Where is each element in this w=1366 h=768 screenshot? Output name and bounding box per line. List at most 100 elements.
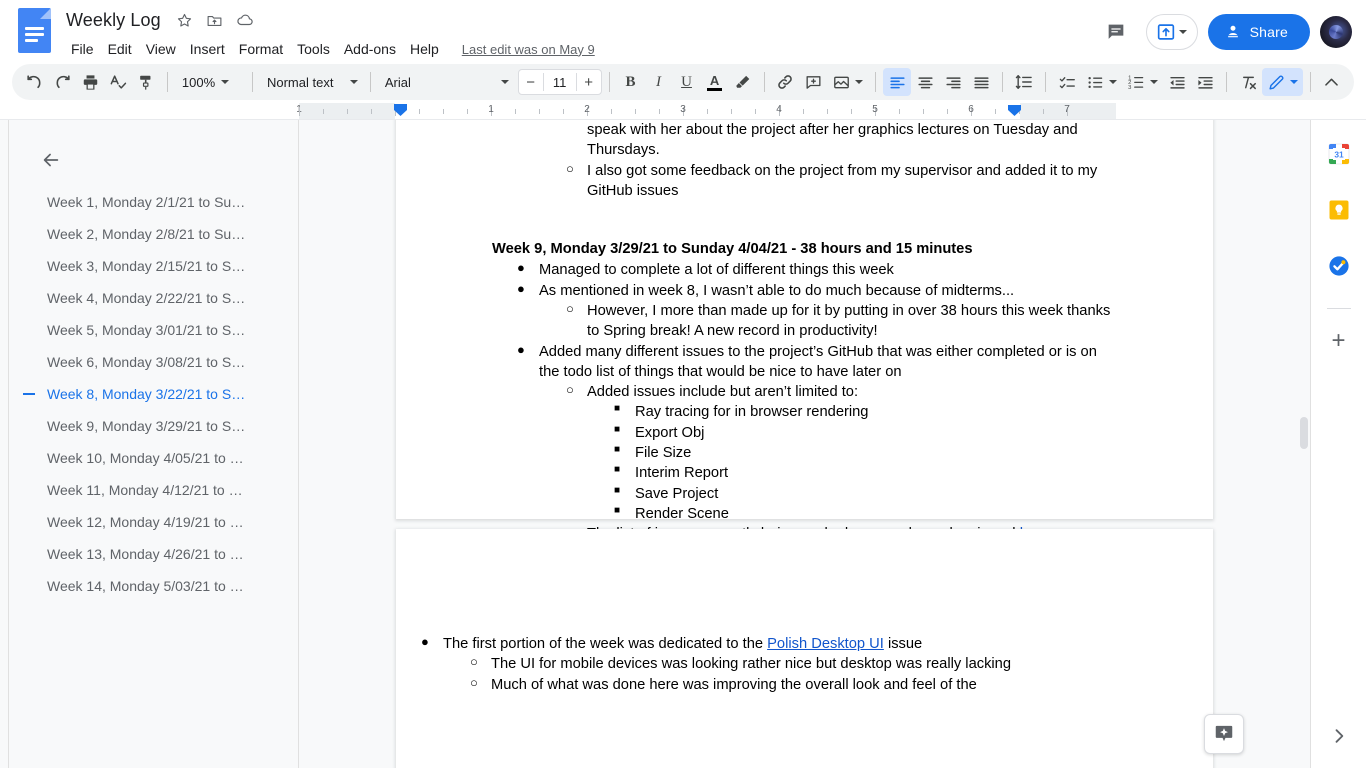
- add-comment-icon[interactable]: [799, 68, 827, 96]
- list-item[interactable]: ● As mentioned in week 8, I wasn’t able …: [492, 281, 1117, 301]
- vertical-scrollbar[interactable]: [1298, 120, 1310, 768]
- week9-heading[interactable]: Week 9, Monday 3/29/21 to Sunday 4/04/21…: [492, 239, 1117, 259]
- menu-edit[interactable]: Edit: [101, 39, 139, 59]
- menu-format[interactable]: Format: [232, 39, 290, 59]
- menu-tools[interactable]: Tools: [290, 39, 337, 59]
- google-tasks-icon[interactable]: [1321, 248, 1357, 284]
- outline-item-8[interactable]: Week 9, Monday 3/29/21 to S…: [9, 410, 298, 442]
- page-2-body[interactable]: ● The first portion of the week was dedi…: [396, 625, 1213, 695]
- bold-button[interactable]: B: [617, 68, 645, 96]
- list-item[interactable]: ● Managed to complete a lot of different…: [492, 260, 1117, 280]
- horizontal-ruler[interactable]: 11234567: [0, 103, 1366, 120]
- list-item[interactable]: ● The first portion of the week was dedi…: [396, 634, 1213, 654]
- list-item[interactable]: ○ However, I more than made up for it by…: [492, 301, 1117, 342]
- insert-image-dropdown[interactable]: [827, 68, 868, 96]
- document-scroll-area[interactable]: speak with her about the project after h…: [299, 120, 1310, 768]
- share-button[interactable]: Share: [1207, 14, 1310, 50]
- undo-icon[interactable]: [20, 68, 48, 96]
- editing-mode-dropdown[interactable]: [1262, 68, 1304, 96]
- line-spacing-icon[interactable]: [1010, 68, 1038, 96]
- hide-menus-chevron-icon[interactable]: [1318, 68, 1346, 96]
- list-item[interactable]: ■ Export Obj: [492, 423, 1117, 443]
- present-dropdown-caret[interactable]: [1178, 30, 1187, 34]
- document-page-2[interactable]: ● The first portion of the week was dedi…: [396, 529, 1213, 768]
- font-size-decrease-button[interactable]: −: [519, 70, 543, 94]
- outline-item-10[interactable]: Week 11, Monday 4/12/21 to …: [9, 474, 298, 506]
- menu-add-ons[interactable]: Add-ons: [337, 39, 403, 59]
- account-avatar[interactable]: [1320, 16, 1352, 48]
- italic-button[interactable]: I: [645, 68, 673, 96]
- continuation-paragraph[interactable]: speak with her about the project after h…: [492, 120, 1117, 161]
- outline-item-4[interactable]: Week 4, Monday 2/22/21 to S…: [9, 282, 298, 314]
- checklist-icon[interactable]: [1053, 68, 1081, 96]
- saved-to-drive-cloud-icon[interactable]: [235, 10, 255, 30]
- menu-view[interactable]: View: [139, 39, 183, 59]
- list-item[interactable]: ■ Interim Report: [492, 463, 1117, 483]
- outline-item-6[interactable]: Week 6, Monday 3/08/21 to S…: [9, 346, 298, 378]
- outline-item-13[interactable]: Week 14, Monday 5/03/21 to …: [9, 570, 298, 602]
- present-button[interactable]: [1145, 14, 1198, 50]
- menu-insert[interactable]: Insert: [183, 39, 232, 59]
- list-item[interactable]: ■ Render Scene: [492, 504, 1117, 524]
- menu-help[interactable]: Help: [403, 39, 446, 59]
- increase-indent-icon[interactable]: [1191, 68, 1219, 96]
- outline-item-2[interactable]: Week 2, Monday 2/8/21 to Su…: [9, 218, 298, 250]
- expand-side-panel-chevron-icon[interactable]: [1321, 718, 1357, 754]
- list-item[interactable]: ■ File Size: [492, 443, 1117, 463]
- decrease-indent-icon[interactable]: [1163, 68, 1191, 96]
- menu-file[interactable]: File: [64, 39, 101, 59]
- back-arrow-icon[interactable]: [31, 140, 71, 180]
- font-size-value[interactable]: 11: [544, 75, 576, 90]
- align-justify-icon[interactable]: [967, 68, 995, 96]
- list-item[interactable]: ○ The UI for mobile devices was looking …: [396, 654, 1213, 674]
- outline-item-9[interactable]: Week 10, Monday 4/05/21 to …: [9, 442, 298, 474]
- outline-item-12[interactable]: Week 13, Monday 4/26/21 to …: [9, 538, 298, 570]
- polish-desktop-ui-link[interactable]: Polish Desktop UI: [767, 636, 884, 652]
- numbered-list-dropdown[interactable]: 123: [1122, 68, 1163, 96]
- font-family-dropdown[interactable]: Arial: [378, 68, 514, 96]
- google-docs-icon[interactable]: [18, 8, 54, 56]
- list-item[interactable]: ■ Ray tracing for in browser rendering: [492, 402, 1117, 422]
- outline-item-11[interactable]: Week 12, Monday 4/19/21 to …: [9, 506, 298, 538]
- list-item[interactable]: ○ Added issues include but aren’t limite…: [492, 382, 1117, 402]
- highlight-color-icon[interactable]: [729, 68, 757, 96]
- page-1-body[interactable]: speak with her about the project after h…: [492, 120, 1117, 544]
- clear-formatting-icon[interactable]: [1234, 68, 1262, 96]
- comment-history-icon[interactable]: [1096, 12, 1136, 52]
- spellcheck-icon[interactable]: [104, 68, 132, 96]
- paragraph-style-dropdown[interactable]: Normal text: [260, 68, 363, 96]
- move-to-folder-icon[interactable]: [205, 10, 225, 30]
- insert-link-icon[interactable]: [771, 68, 799, 96]
- google-calendar-icon[interactable]: 31: [1321, 136, 1357, 172]
- print-icon[interactable]: [76, 68, 104, 96]
- align-center-icon[interactable]: [911, 68, 939, 96]
- redo-icon[interactable]: [48, 68, 76, 96]
- font-size-stepper[interactable]: − 11 +: [517, 69, 602, 95]
- last-edit-status[interactable]: Last edit was on May 9: [462, 42, 595, 57]
- text-color-icon[interactable]: A: [701, 68, 729, 96]
- document-title[interactable]: Weekly Log: [62, 9, 165, 32]
- ruler-track[interactable]: 11234567: [296, 103, 1366, 119]
- outline-item-3[interactable]: Week 3, Monday 2/15/21 to S…: [9, 250, 298, 282]
- align-right-icon[interactable]: [939, 68, 967, 96]
- document-page-1[interactable]: speak with her about the project after h…: [396, 120, 1213, 542]
- align-left-icon[interactable]: [883, 68, 912, 96]
- outline-item-5[interactable]: Week 5, Monday 3/01/21 to S…: [9, 314, 298, 346]
- first-line-indent-marker[interactable]: [394, 104, 407, 107]
- google-keep-icon[interactable]: [1321, 192, 1357, 228]
- underline-button[interactable]: U: [673, 68, 701, 96]
- scrollbar-thumb[interactable]: [1300, 417, 1308, 449]
- list-item[interactable]: ■ Save Project: [492, 484, 1117, 504]
- font-size-increase-button[interactable]: +: [577, 70, 601, 94]
- list-item[interactable]: ○ I also got some feedback on the projec…: [492, 161, 1117, 202]
- outline-item-7[interactable]: Week 8, Monday 3/22/21 to S…: [9, 378, 298, 410]
- star-icon[interactable]: [175, 10, 195, 30]
- bulleted-list-dropdown[interactable]: [1081, 68, 1122, 96]
- outline-item-1[interactable]: Week 1, Monday 2/1/21 to Su…: [9, 186, 298, 218]
- zoom-dropdown[interactable]: 100%: [175, 68, 245, 96]
- list-item[interactable]: ○ Much of what was done here was improvi…: [396, 675, 1213, 695]
- paint-format-icon[interactable]: [132, 68, 160, 96]
- add-on-plus-icon[interactable]: +: [1321, 323, 1357, 359]
- list-item[interactable]: ● Added many different issues to the pro…: [492, 342, 1117, 383]
- explore-icon[interactable]: [1204, 714, 1244, 754]
